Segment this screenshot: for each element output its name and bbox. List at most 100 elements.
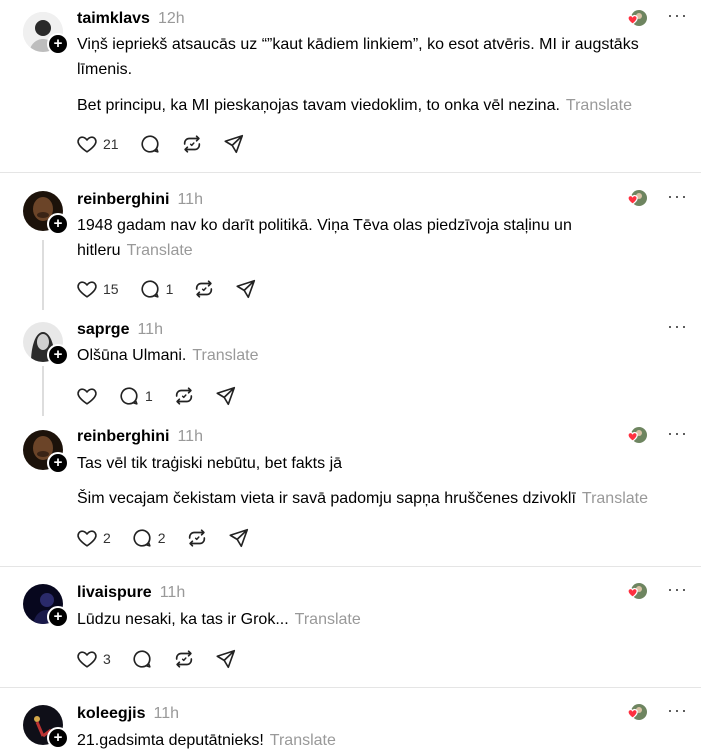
post-body: Lūdzu nesaki, ka tas ir Grok... Translate [77,607,677,632]
more-icon[interactable]: ··· [667,701,687,725]
like-count: 21 [103,136,119,152]
reply-button[interactable] [131,648,153,670]
repost-button[interactable] [173,385,195,407]
post-author[interactable]: livaispure 11h [77,584,185,602]
repost-icon [181,133,203,155]
share-button[interactable] [228,527,250,549]
reply-icon [118,385,140,407]
action-bar: 21 [76,132,265,156]
share-button[interactable] [223,133,245,155]
post-body: Tas vēl tik traģiski nebūtu, bet fakts j… [77,451,677,511]
post-author[interactable]: taimklavs 12h [77,10,185,28]
post-body: Viņš iepriekš atsaucās uz “”kaut kādiem … [77,32,677,118]
reply-count: 2 [157,530,166,546]
liked-by-avatars[interactable] [622,582,650,604]
reply-button[interactable]: 1 [118,385,153,407]
more-icon[interactable]: ··· [667,424,687,448]
translate-link[interactable]: Translate [295,611,361,628]
more-icon[interactable]: ··· [667,187,687,211]
repost-icon [193,278,215,300]
liked-by-avatars[interactable] [622,426,650,448]
username[interactable]: saprge [77,321,129,338]
share-button[interactable] [215,385,237,407]
post: + taimklavs 12h ··· Viņš iepriekš atsaucā… [0,0,701,172]
more-icon[interactable]: ··· [667,580,687,604]
follow-plus-icon[interactable]: + [47,213,69,235]
repost-button[interactable] [186,527,208,549]
repost-button[interactable] [173,648,195,670]
post-paragraph: Bet principu, ka MI pieskaņojas tavam vi… [77,97,560,114]
follow-plus-icon[interactable]: + [47,33,69,55]
post-body: 1948 gadam nav ko darīt politikā. Viņa T… [77,213,617,263]
username[interactable]: taimklavs [77,10,150,27]
translate-link[interactable]: Translate [582,490,648,507]
post-body: 21.gadsimta deputātnieks! Translate [77,728,677,753]
share-icon [215,385,237,407]
follow-plus-icon[interactable]: + [47,344,69,366]
username[interactable]: reinberghini [77,191,169,208]
repost-icon [173,648,195,670]
timestamp[interactable]: 11h [137,321,163,338]
liked-by-avatars[interactable] [622,703,650,725]
post-paragraph: 21.gadsimta deputātnieks! [77,732,264,749]
post-paragraph: Šim vecajam čekistam vieta ir savā padom… [77,490,576,507]
share-icon [235,278,257,300]
repost-button[interactable] [181,133,203,155]
more-icon[interactable]: ··· [667,317,687,341]
action-bar: 2 2 [76,526,270,550]
liked-by-avatars[interactable] [622,9,650,31]
repost-button[interactable] [193,278,215,300]
heart-icon [76,385,98,407]
share-icon [228,527,250,549]
like-button[interactable]: 2 [76,527,111,549]
like-button[interactable] [76,385,98,407]
share-icon [215,648,237,670]
post-author[interactable]: saprge 11h [77,321,163,339]
post-body: Olšūna Ulmani. Translate [77,343,677,368]
repost-icon [173,385,195,407]
timestamp[interactable]: 11h [177,191,203,208]
heart-icon [76,527,98,549]
translate-link[interactable]: Translate [566,97,632,114]
heart-icon [76,648,98,670]
like-button[interactable]: 21 [76,133,119,155]
action-bar: 3 [76,647,257,671]
like-button[interactable]: 15 [76,278,119,300]
repost-icon [186,527,208,549]
reply-button[interactable]: 1 [139,278,174,300]
timestamp[interactable]: 11h [160,584,186,601]
username[interactable]: reinberghini [77,428,169,445]
translate-link[interactable]: Translate [192,347,258,364]
follow-plus-icon[interactable]: + [47,606,69,628]
post-paragraph: Viņš iepriekš atsaucās uz “”kaut kādiem … [77,36,639,78]
post: + reinberghini 11h ··· Tas vēl tik traģis… [0,422,701,566]
like-count: 2 [103,530,111,546]
timestamp[interactable]: 11h [177,428,203,445]
follow-plus-icon[interactable]: + [47,452,69,474]
share-icon [223,133,245,155]
like-button[interactable]: 3 [76,648,111,670]
reply-button[interactable]: 2 [131,527,166,549]
reply-count: 1 [145,388,153,404]
translate-link[interactable]: Translate [127,242,193,259]
post-author[interactable]: reinberghini 11h [77,428,203,446]
timestamp[interactable]: 12h [158,10,185,27]
liked-by-avatars[interactable] [622,189,650,211]
timestamp[interactable]: 11h [153,705,179,722]
reply-count: 1 [165,281,174,297]
reply-icon [139,133,161,155]
username[interactable]: livaispure [77,584,152,601]
post-paragraph: Olšūna Ulmani. [77,347,187,364]
reply-button[interactable] [139,133,161,155]
action-bar: 15 1 [76,277,277,301]
post-author[interactable]: koleegjis 11h [77,705,179,723]
username[interactable]: koleegjis [77,705,145,722]
translate-link[interactable]: Translate [270,732,336,749]
post-paragraph-line: Šim vecajam čekistam vieta ir savā padom… [77,486,677,511]
follow-plus-icon[interactable]: + [47,727,69,749]
share-button[interactable] [215,648,237,670]
more-icon[interactable]: ··· [667,6,687,30]
post-author[interactable]: reinberghini 11h [77,191,203,209]
post-paragraph-line: Bet principu, ka MI pieskaņojas tavam vi… [77,93,677,118]
share-button[interactable] [235,278,257,300]
